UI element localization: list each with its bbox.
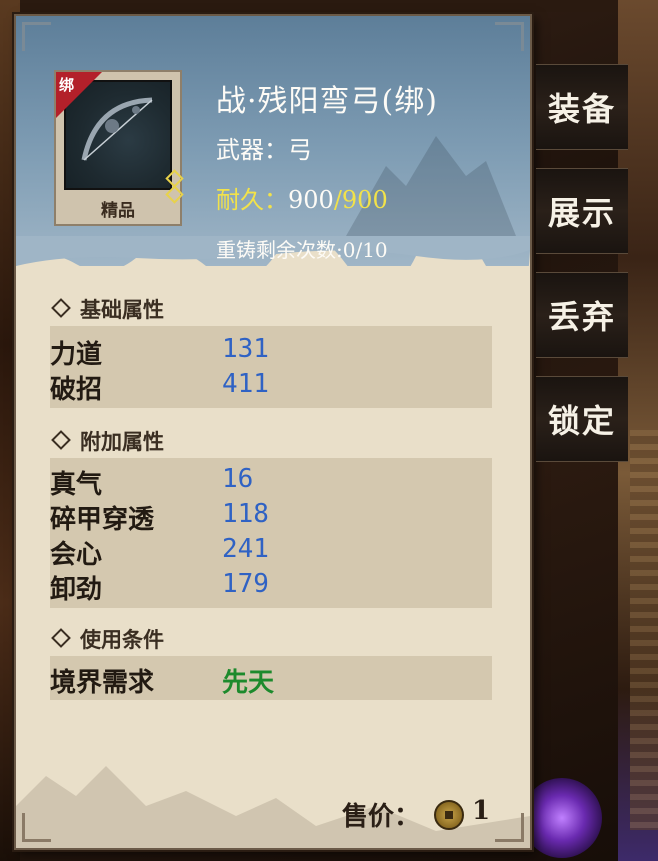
stat-value: 241 (222, 534, 269, 564)
stat-value: 179 (222, 569, 269, 599)
stat-value: 16 (222, 464, 254, 494)
section-title-requirement: 使用条件 (50, 624, 164, 654)
stat-value: 411 (222, 369, 269, 399)
background-top (0, 0, 658, 12)
stat-name: 力道 (50, 340, 103, 370)
ink-mountain-decoration (346, 136, 516, 236)
requirement-label: 境界需求 (50, 668, 155, 698)
durability-current: 900 (288, 186, 334, 214)
durability-max: /900 (333, 186, 388, 214)
corner-ornament (22, 22, 51, 51)
price-value: 1 (472, 796, 491, 826)
ink-landscape-decoration (16, 766, 530, 848)
requirement-value: 先天 (222, 668, 275, 698)
stat-value: 131 (222, 334, 269, 364)
base-stats-box (50, 326, 492, 408)
section-title-text: 基础属性 (80, 297, 164, 322)
durability-label: 耐久： (216, 186, 288, 214)
stat-name: 会心 (50, 540, 103, 570)
diamond-bullet-icon (51, 430, 71, 450)
stat-name: 破招 (50, 375, 103, 405)
show-button[interactable]: 展示 (536, 168, 628, 254)
item-type-value: 弓 (288, 136, 312, 164)
background-pillar (630, 430, 658, 830)
item-detail-panel: 绑 精品 战·残阳弯弓(绑) 武器：弓 耐久：900/900 重铸剩余次数:0/… (14, 14, 532, 850)
stat-name: 真气 (50, 470, 103, 500)
item-type: 武器：弓 (216, 130, 312, 165)
stat-name: 碎甲穿透 (50, 505, 155, 535)
price-label: 售价： (342, 802, 421, 832)
stat-name: 卸劲 (50, 575, 103, 605)
diamond-bullet-icon (51, 298, 71, 318)
stat-value: 118 (222, 499, 269, 529)
coin-icon (434, 800, 464, 830)
item-quality: 精品 (101, 201, 135, 221)
section-title-extra: 附加属性 (50, 426, 164, 456)
corner-ornament (495, 813, 524, 842)
item-icon-frame[interactable]: 绑 精品 (54, 70, 184, 226)
bind-tag-label: 绑 (59, 76, 75, 94)
section-title-text: 使用条件 (80, 627, 164, 652)
diamond-bullet-icon (51, 628, 71, 648)
recast-count: 重铸剩余次数:0/10 (216, 238, 388, 262)
purple-orb-effect (522, 778, 602, 858)
item-name: 战·残阳弯弓(绑) (216, 84, 438, 119)
item-durability: 耐久：900/900 (216, 180, 388, 215)
section-title-base: 基础属性 (50, 294, 164, 324)
corner-ornament (22, 813, 51, 842)
lock-button[interactable]: 锁定 (536, 376, 628, 462)
discard-button[interactable]: 丢弃 (536, 272, 628, 358)
section-title-text: 附加属性 (80, 429, 164, 454)
item-type-label: 武器： (216, 136, 288, 164)
equip-button[interactable]: 装备 (536, 64, 628, 150)
corner-ornament (495, 22, 524, 51)
